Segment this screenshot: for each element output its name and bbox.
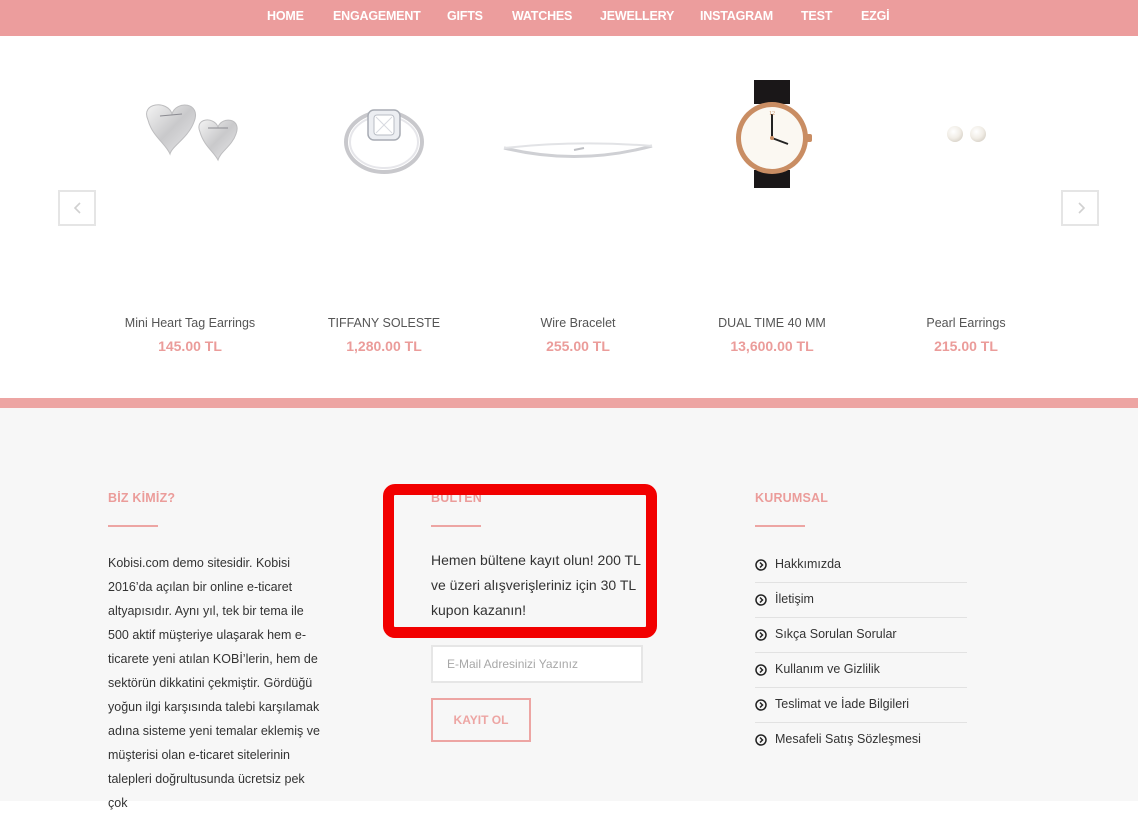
product-card[interactable]: Pearl Earrings 215.00 TL	[886, 80, 1046, 354]
nav-item-ezgi[interactable]: EZGİ	[861, 9, 890, 23]
about-title-rule	[108, 525, 158, 527]
footer-link-label[interactable]: Sıkça Sorulan Sorular	[775, 627, 897, 641]
chevron-circle-right-icon	[755, 699, 767, 711]
chevron-circle-right-icon	[755, 664, 767, 676]
nav-item-watches[interactable]: WATCHES	[512, 9, 572, 23]
product-name[interactable]: Mini Heart Tag Earrings	[110, 316, 270, 330]
product-card[interactable]: TIFFANY SOLESTE 1,280.00 TL	[304, 80, 464, 354]
newsletter-title-rule	[431, 525, 481, 527]
footer-link-label[interactable]: Teslimat ve İade Bilgileri	[775, 697, 909, 711]
chevron-circle-right-icon	[755, 629, 767, 641]
carousel-next-button[interactable]	[1061, 190, 1099, 226]
footer-link-label[interactable]: Hakkımızda	[775, 557, 841, 571]
corporate-title-rule	[755, 525, 805, 527]
product-carousel: Mini Heart Tag Earrings 145.00 TL TIFFAN…	[0, 36, 1138, 398]
product-price: 13,600.00 TL	[730, 338, 814, 354]
top-navigation: HOME ENGAGEMENT GIFTS WATCHES JEWELLERY …	[0, 0, 1138, 36]
product-price: 215.00 TL	[934, 338, 998, 354]
product-name[interactable]: Pearl Earrings	[886, 316, 1046, 330]
newsletter-email-input[interactable]	[431, 645, 643, 683]
product-name[interactable]: DUAL TIME 40 MM	[692, 316, 852, 330]
footer-link-contact[interactable]: İletişim	[755, 583, 967, 618]
product-name[interactable]: TIFFANY SOLESTE	[304, 316, 464, 330]
about-text: Kobisi.com demo sitesidir. Kobisi 2016’d…	[108, 556, 320, 810]
product-price: 255.00 TL	[546, 338, 610, 354]
chevron-circle-right-icon	[755, 559, 767, 571]
footer-link-delivery[interactable]: Teslimat ve İade Bilgileri	[755, 688, 967, 723]
chevron-circle-right-icon	[755, 734, 767, 746]
product-card[interactable]: Wire Bracelet 255.00 TL	[498, 80, 658, 354]
product-image[interactable]	[304, 80, 464, 188]
footer-link-label[interactable]: Mesafeli Satış Sözleşmesi	[775, 732, 921, 746]
footer-link-privacy[interactable]: Kullanım ve Gizlilik	[755, 653, 967, 688]
newsletter-text: Hemen bültene kayıt olun! 200 TL ve üzer…	[431, 552, 641, 618]
newsletter-submit-button[interactable]: KAYIT OL	[431, 698, 531, 742]
chevron-right-icon	[1078, 202, 1086, 214]
footer-link-faq[interactable]: Sıkça Sorulan Sorular	[755, 618, 967, 653]
product-price: 145.00 TL	[158, 338, 222, 354]
product-card[interactable]: 12 DUAL TIME 40 MM 13,600.00 TL	[692, 80, 852, 354]
newsletter-title: BÜLTEN	[431, 491, 482, 505]
footer-link-sales-agreement[interactable]: Mesafeli Satış Sözleşmesi	[755, 723, 967, 758]
product-image[interactable]: 12	[692, 80, 852, 188]
corporate-links: Hakkımızda İletişim Sıkça Sorulan Sorula…	[755, 548, 967, 758]
product-image[interactable]	[498, 80, 658, 188]
nav-item-test[interactable]: TEST	[801, 9, 832, 23]
nav-item-jewellery[interactable]: JEWELLERY	[600, 9, 674, 23]
carousel-prev-button[interactable]	[58, 190, 96, 226]
footer-link-label[interactable]: Kullanım ve Gizlilik	[775, 662, 880, 676]
product-image[interactable]	[110, 80, 270, 188]
footer-link-label[interactable]: İletişim	[775, 592, 814, 606]
chevron-circle-right-icon	[755, 594, 767, 606]
nav-item-instagram[interactable]: INSTAGRAM	[700, 9, 773, 23]
nav-item-gifts[interactable]: GIFTS	[447, 9, 483, 23]
corporate-title: KURUMSAL	[755, 491, 829, 505]
nav-item-engagement[interactable]: ENGAGEMENT	[333, 9, 421, 23]
section-divider	[0, 398, 1138, 408]
chevron-left-icon	[73, 202, 81, 214]
product-image[interactable]	[886, 80, 1046, 188]
footer-link-about[interactable]: Hakkımızda	[755, 548, 967, 583]
product-name[interactable]: Wire Bracelet	[498, 316, 658, 330]
footer: BİZ KİMİZ? Kobisi.com demo sitesidir. Ko…	[0, 408, 1138, 810]
product-price: 1,280.00 TL	[346, 338, 422, 354]
nav-item-home[interactable]: HOME	[267, 9, 304, 23]
product-card[interactable]: Mini Heart Tag Earrings 145.00 TL	[110, 80, 270, 354]
svg-text:12: 12	[769, 111, 775, 117]
about-title: BİZ KİMİZ?	[108, 491, 176, 505]
